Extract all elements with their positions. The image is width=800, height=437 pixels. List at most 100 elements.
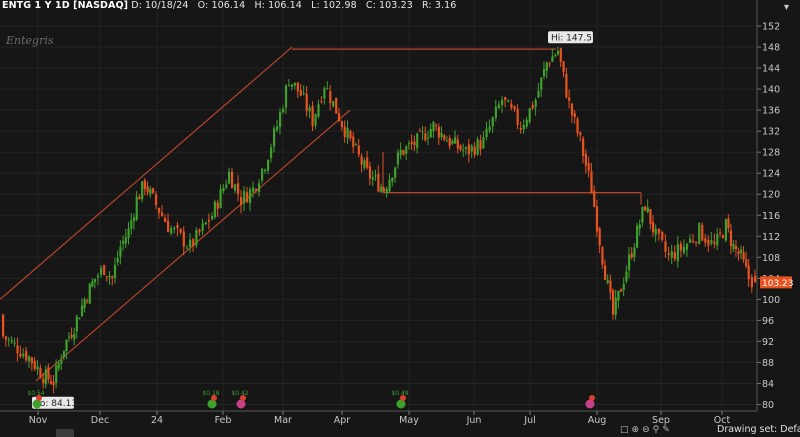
candle-body [182,231,185,247]
candle-body [296,82,299,92]
candle-body [488,126,491,131]
x-tick-label: Dec [91,415,109,426]
candle-body [719,232,722,234]
candle-body [276,126,279,131]
candle-body [692,240,695,242]
candle-body [519,127,522,130]
x-tick-label: Feb [215,415,232,426]
candle-body [622,283,625,291]
candle-body [346,127,349,139]
candle-body [354,144,358,146]
trendlines [0,46,642,382]
candle-body [127,228,130,238]
candle-body [337,113,341,122]
candle-body [507,100,510,103]
candle-body [329,91,332,104]
price-chart[interactable]: 8084889296100104108112116120124128132136… [0,0,800,437]
candle-body [740,249,743,254]
candle-body [270,147,273,159]
candle-body [451,140,454,144]
hi-label: Hi: 147.57 [551,33,598,43]
candle-body [413,141,416,146]
candle-body [644,206,647,211]
candle-body [211,216,214,220]
candle-body [604,265,607,280]
text-icon[interactable]: □ [620,425,632,435]
candle-body [595,206,599,232]
candle-body [606,279,609,283]
y-tick-label: 152 [762,22,780,33]
candle-body [399,149,402,155]
y-axis: 8084889296100104108112116120124128132136… [756,0,780,411]
scroll-handle[interactable] [56,429,74,437]
candle-body [192,239,195,247]
candle-body [388,179,391,192]
y-tick-label: 120 [762,190,780,201]
drawing-set-label[interactable]: Drawing set: Default [717,424,800,435]
magnifier-icon[interactable]: ⚲ [653,425,663,435]
candle-body [352,136,355,147]
candle-body [429,129,432,138]
dividend-marker [240,395,246,401]
candle-body [456,139,459,149]
candle-body [579,132,582,136]
zoom-out-icon[interactable]: ⊖ [642,425,653,435]
candle-body [382,188,386,192]
candle-body [10,340,13,342]
candle-body [732,244,735,250]
candle-body [470,145,473,152]
zoom-icon[interactable]: ⊕ [632,425,643,435]
candle-body [528,108,531,123]
candle-body [745,259,748,267]
candle-body [385,188,388,194]
candle-body [513,106,516,110]
candle-body [317,104,320,117]
candle-body [179,228,182,233]
candle-body [287,85,291,87]
candle-body [421,131,424,133]
candle-body [47,367,50,380]
candle-body [52,382,55,386]
candle-body [16,345,19,354]
drawing-tools[interactable]: □⊕⊖⚲✎ [620,425,673,435]
annotations: Hi: 147.57Lo: 84.13103.23$0.54 $0.18 $0.42… [27,31,794,409]
pencil-icon[interactable]: ✎ [662,425,673,435]
dividend-marker [400,395,406,401]
candle-body [284,85,288,108]
candle-body [122,240,125,244]
earnings-marker [236,399,246,409]
candle-body [374,175,377,177]
symbol-label[interactable]: ENTG 1 Y 1D [NASDAQ] [2,0,128,11]
candle-body [25,350,28,361]
candle-body [485,128,488,138]
candle-body [742,252,745,260]
candle-body [60,360,63,364]
candle-body [130,220,133,229]
candle-body [445,140,449,142]
y-tick-label: 112 [762,232,780,243]
candle-body [349,130,352,139]
candle-body [75,316,78,332]
y-tick-label: 144 [762,64,780,75]
x-tick-label: May [399,415,419,426]
candle-body [576,118,579,134]
candle-body [628,254,631,271]
candle-body [311,106,314,127]
candle-body [410,141,413,144]
candle-body [432,121,435,132]
candle-body [4,336,8,340]
candle-body [124,237,127,244]
x-tick-label: Apr [334,415,351,426]
candle-body [707,239,710,246]
candle-body [213,201,217,218]
candle-body [614,297,617,315]
candle-body [55,365,58,383]
candle-body [673,252,676,260]
candle-body [476,139,479,155]
collapse-icon[interactable]: ▾ [784,2,789,13]
candle-body [19,353,22,357]
candle-body [201,223,204,231]
candle-body [676,244,679,262]
candle-body [103,265,106,275]
candle-body [464,147,468,150]
